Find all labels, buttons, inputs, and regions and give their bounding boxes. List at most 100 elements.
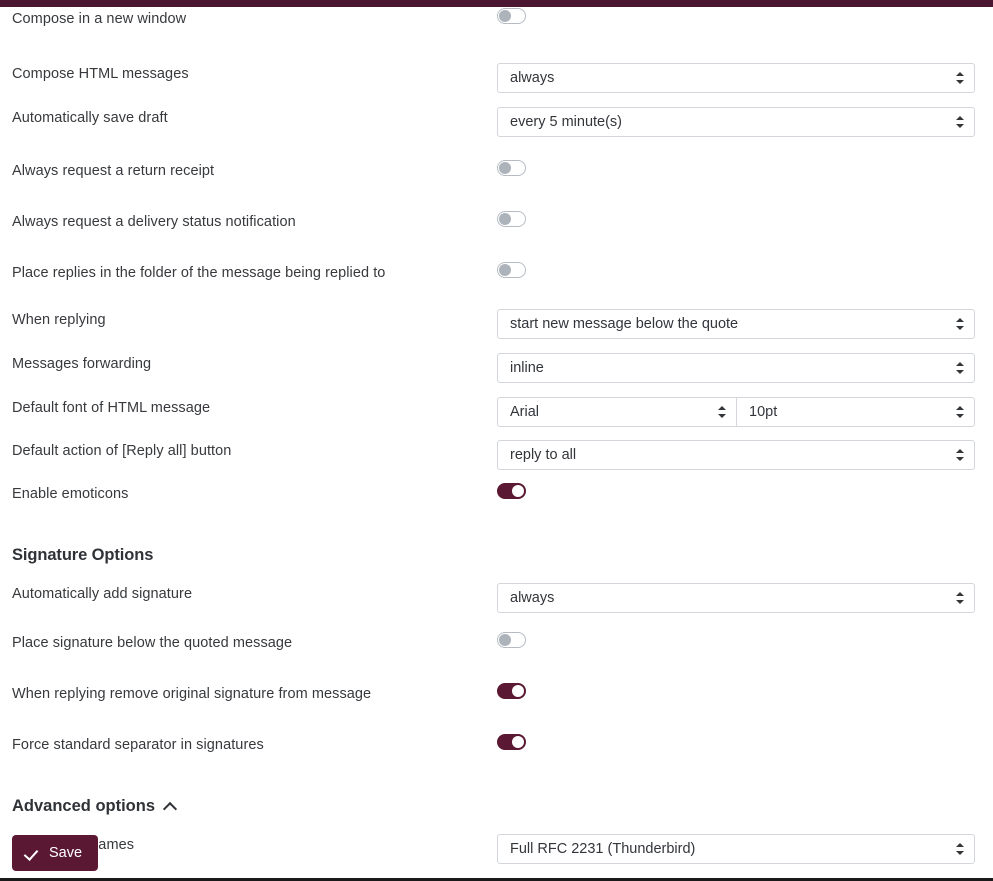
setting-control: inline	[497, 353, 981, 383]
toggle-knob	[512, 685, 524, 697]
toggle-enable-emoticons[interactable]	[497, 483, 526, 499]
select-value: Arial	[510, 404, 540, 420]
setting-row-default-font: Default font of HTML message Arial 10pt	[0, 397, 993, 427]
chevron-up-icon	[164, 800, 177, 813]
toggle-knob	[499, 264, 511, 276]
setting-row-attachment-names: Attachment names Full RFC 2231 (Thunderb…	[0, 834, 993, 864]
setting-label: Always request a delivery status notific…	[12, 214, 296, 230]
setting-label: Automatically save draft	[12, 110, 168, 126]
setting-row-reply-all-action: Default action of [Reply all] button rep…	[0, 440, 993, 470]
setting-row-return-receipt: Always request a return receipt	[0, 160, 993, 190]
select-value: start new message below the quote	[510, 316, 739, 332]
section-heading-signature-options: Signature Options	[12, 546, 154, 564]
setting-row-enable-emoticons: Enable emoticons	[0, 483, 993, 513]
save-button[interactable]: Save	[12, 835, 99, 871]
top-accent-bar	[0, 0, 993, 7]
select-attachment-names[interactable]: Full RFC 2231 (Thunderbird)	[497, 834, 975, 864]
setting-control	[497, 632, 981, 648]
setting-label: Compose HTML messages	[12, 66, 189, 82]
setting-row-signature-below-quote: Place signature below the quoted message	[0, 632, 993, 662]
setting-label: Enable emoticons	[12, 486, 129, 502]
select-value: reply to all	[510, 447, 577, 463]
setting-label: Messages forwarding	[12, 356, 152, 372]
select-default-font-size[interactable]: 10pt	[736, 397, 975, 427]
select-value: always	[510, 590, 555, 606]
toggle-knob	[512, 485, 524, 497]
setting-label: Default font of HTML message	[12, 400, 211, 416]
select-arrows-icon	[956, 448, 965, 462]
select-when-replying[interactable]: start new message below the quote	[497, 309, 975, 339]
setting-control	[497, 8, 981, 24]
setting-label: Compose in a new window	[12, 11, 187, 27]
setting-label: Place replies in the folder of the messa…	[12, 265, 386, 281]
toggle-signature-below-quote[interactable]	[497, 632, 526, 648]
toggle-remove-original-signature[interactable]	[497, 683, 526, 699]
setting-label: Default action of [Reply all] button	[12, 443, 232, 459]
select-value: Full RFC 2231 (Thunderbird)	[510, 841, 696, 857]
setting-control	[497, 483, 981, 499]
setting-label: Always request a return receipt	[12, 163, 215, 179]
setting-row-compose-new-window: Compose in a new window	[0, 8, 993, 38]
setting-row-delivery-status: Always request a delivery status notific…	[0, 211, 993, 241]
setting-label: Force standard separator in signatures	[12, 737, 264, 753]
toggle-place-replies[interactable]	[497, 262, 526, 278]
select-arrows-icon	[956, 115, 965, 129]
setting-label: Automatically add signature	[12, 586, 193, 602]
setting-row-autosave-draft: Automatically save draft every 5 minute(…	[0, 107, 993, 137]
select-arrows-icon	[956, 591, 965, 605]
select-arrows-icon	[718, 405, 727, 419]
toggle-return-receipt[interactable]	[497, 160, 526, 176]
toggle-compose-new-window[interactable]	[497, 8, 526, 24]
settings-page: Compose in a new window Compose HTML mes…	[0, 0, 993, 881]
select-compose-html[interactable]: always	[497, 63, 975, 93]
setting-row-place-replies: Place replies in the folder of the messa…	[0, 262, 993, 292]
save-button-label: Save	[49, 845, 83, 861]
setting-label: When replying remove original signature …	[12, 686, 372, 702]
setting-row-force-standard-separator: Force standard separator in signatures	[0, 734, 993, 764]
setting-control	[497, 160, 981, 176]
select-arrows-icon	[956, 842, 965, 856]
toggle-knob	[512, 736, 524, 748]
setting-control: every 5 minute(s)	[497, 107, 981, 137]
advanced-options-label: Advanced options	[12, 797, 156, 815]
setting-row-compose-html: Compose HTML messages always	[0, 63, 993, 93]
toggle-knob	[499, 213, 511, 225]
toggle-force-standard-separator[interactable]	[497, 734, 526, 750]
setting-control: Full RFC 2231 (Thunderbird)	[497, 834, 981, 864]
select-reply-all-action[interactable]: reply to all	[497, 440, 975, 470]
select-auto-add-signature[interactable]: always	[497, 583, 975, 613]
setting-control	[497, 262, 981, 278]
setting-control	[497, 734, 981, 750]
select-arrows-icon	[956, 361, 965, 375]
select-value: always	[510, 70, 555, 86]
select-value: inline	[510, 360, 544, 376]
select-default-font-family[interactable]: Arial	[497, 397, 736, 427]
select-arrows-icon	[956, 405, 965, 419]
settings-content: Compose in a new window Compose HTML mes…	[0, 7, 993, 881]
setting-control: always	[497, 583, 981, 613]
setting-row-messages-forwarding: Messages forwarding inline	[0, 353, 993, 383]
select-value: every 5 minute(s)	[510, 114, 623, 130]
section-heading-advanced-options[interactable]: Advanced options	[0, 797, 189, 816]
select-messages-forwarding[interactable]: inline	[497, 353, 975, 383]
check-icon	[25, 846, 40, 861]
setting-control: always	[497, 63, 981, 93]
select-arrows-icon	[956, 317, 965, 331]
setting-control	[497, 211, 981, 227]
setting-row-auto-add-signature: Automatically add signature always	[0, 583, 993, 613]
toggle-knob	[499, 10, 511, 22]
select-autosave-draft[interactable]: every 5 minute(s)	[497, 107, 975, 137]
toggle-knob	[499, 634, 511, 646]
setting-row-when-replying: When replying start new message below th…	[0, 309, 993, 339]
select-arrows-icon	[956, 71, 965, 85]
setting-row-remove-original-signature: When replying remove original signature …	[0, 683, 993, 713]
setting-control: Arial 10pt	[497, 397, 981, 427]
setting-label: Place signature below the quoted message	[12, 635, 293, 651]
setting-label: When replying	[12, 312, 106, 328]
setting-control	[497, 683, 981, 699]
toggle-delivery-status[interactable]	[497, 211, 526, 227]
setting-control: start new message below the quote	[497, 309, 981, 339]
select-value: 10pt	[749, 404, 778, 420]
toggle-knob	[499, 162, 511, 174]
setting-control: reply to all	[497, 440, 981, 470]
